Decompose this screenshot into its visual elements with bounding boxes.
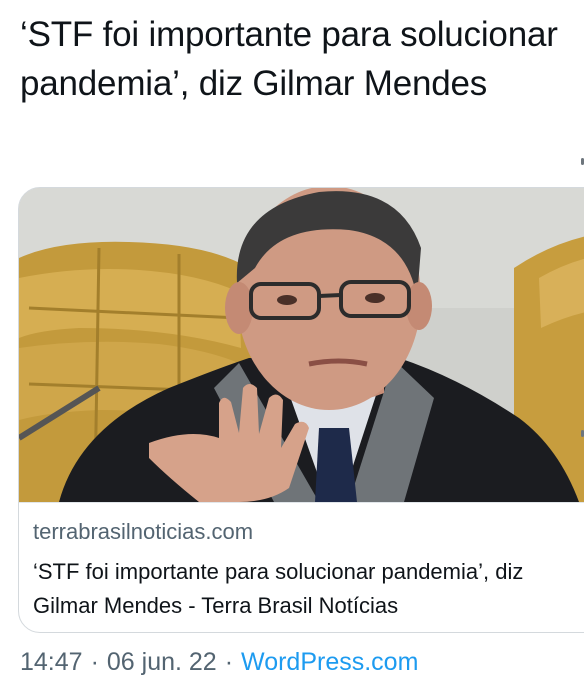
tweet-date[interactable]: 06 jun. 22 bbox=[107, 648, 217, 676]
meta-separator: · bbox=[224, 648, 234, 676]
tweet-source-link[interactable]: WordPress.com bbox=[241, 648, 418, 676]
card-photo bbox=[19, 188, 584, 502]
card-title: ‘STF foi importante para solucionar pand… bbox=[33, 559, 524, 618]
tweet-text: ‘STF foi importante para solucionar pand… bbox=[20, 15, 558, 103]
meta-separator: · bbox=[90, 648, 99, 676]
tweet-detail: ‘STF foi importante para solucionar pand… bbox=[0, 0, 584, 680]
card-image[interactable] bbox=[19, 188, 584, 502]
tweet-meta: 14:47 · 06 jun. 22 · WordPress.com bbox=[20, 648, 418, 677]
tweet-time[interactable]: 14:47 bbox=[20, 648, 83, 676]
link-preview-card[interactable]: terrabrasilnoticias.com ‘STF foi importa… bbox=[18, 187, 584, 633]
card-meta[interactable]: terrabrasilnoticias.com ‘STF foi importa… bbox=[19, 502, 584, 632]
card-domain: terrabrasilnoticias.com bbox=[33, 519, 254, 544]
